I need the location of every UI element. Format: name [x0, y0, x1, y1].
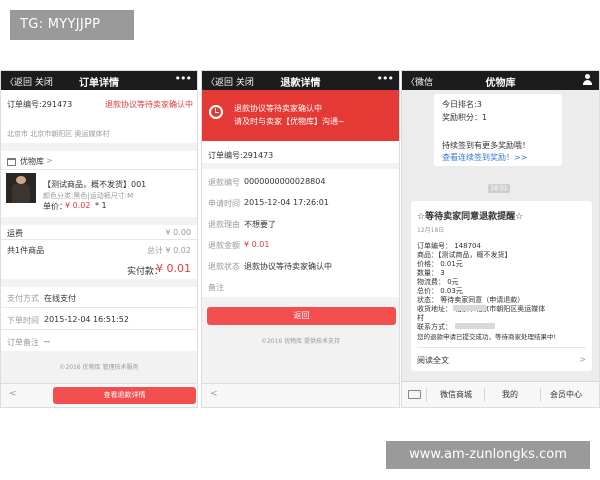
remark-label: 备注	[208, 283, 224, 292]
user-profile-icon[interactable]	[583, 74, 592, 85]
footer-text: ©2016 优物库 管理技术服务	[59, 364, 139, 371]
banner-hint: 请及时与卖家【优物库】沟通~	[234, 117, 345, 126]
divider	[1, 279, 197, 287]
chevron-right-icon: >	[579, 355, 586, 364]
points-text: 奖励积分：1	[442, 113, 488, 122]
menu-item-mine[interactable]: 我的	[502, 389, 518, 400]
nav-bar: 〈微信 优物库	[402, 71, 599, 90]
back-arrow-icon[interactable]: <	[9, 389, 17, 399]
order-note-label: 订单备注	[7, 338, 39, 347]
product-name[interactable]: 【测试商品，概不发货】001	[43, 179, 146, 190]
footer-text: ©2016 优物库 提供技术支持	[260, 338, 341, 345]
menu-item-member-center[interactable]: 会员中心	[550, 389, 582, 400]
card-line: 您的退款申请已提交成功，等待商家处理结果中!	[417, 333, 557, 341]
divider	[540, 388, 541, 402]
order-time-label: 下单时间	[7, 316, 39, 325]
total-amount: 总计 ¥ 0.02	[147, 246, 191, 255]
view-refund-details-button[interactable]: 查看退款详情	[53, 387, 196, 404]
card-title: ☆等待卖家同意退款提醒☆	[417, 212, 524, 222]
return-button[interactable]: 返回	[207, 307, 396, 325]
watermark-bottom-right: www.am-zunlongks.com	[386, 441, 590, 469]
item-count: 共1件商品	[7, 246, 45, 255]
screen-order-details: 〈返回 关闭 订单详情 ••• 订单编号:291473 退款协议等待卖家确认中 …	[0, 70, 198, 408]
read-more-link[interactable]: 阅读全文	[417, 355, 449, 366]
order-note-value: --	[44, 337, 50, 346]
order-time-value: 2015-12-04 16:51:52	[44, 315, 129, 324]
refund-reason-label: 退款理由	[208, 220, 240, 229]
product-spec: 颜色分类:黑色|运动裤尺寸:M	[43, 192, 134, 200]
refund-status-value: 退款协议等待卖家确认中	[244, 262, 332, 271]
checkin-rewards-link[interactable]: 查看连续签到奖励！>>	[442, 152, 527, 163]
more-icon[interactable]: •••	[377, 72, 394, 85]
nav-bar: 〈返回 关闭 退款详情 •••	[202, 71, 399, 90]
message-time: 18:31	[488, 184, 510, 193]
page-title: 订单详情	[79, 78, 119, 89]
refund-reminder-card[interactable]: ☆等待卖家同意退款提醒☆ 12月18日 订单编号： 148704 商品：【测试商…	[411, 201, 592, 371]
apply-time-label: 申请时间	[208, 199, 240, 208]
refund-status-label: 退款状态	[208, 262, 240, 271]
menu-item-wechat-mall[interactable]: 微信商城	[440, 389, 472, 400]
refund-status-banner: 退款协议等待卖家确认中 请及时与卖家【优物库】沟通~	[202, 90, 399, 141]
refund-no-label: 退款编号	[208, 178, 240, 187]
divider	[1, 329, 197, 330]
redacted-block	[453, 305, 487, 311]
shop-icon	[7, 158, 16, 166]
divider	[1, 307, 197, 308]
divider	[1, 143, 197, 151]
payment-method-label: 支付方式	[7, 294, 39, 303]
shipping-address: 北京市 北京市朝阳区 奥运媒体村	[7, 130, 110, 138]
card-date: 12月18日	[417, 227, 445, 234]
refund-amount-value: ¥ 0.01	[244, 240, 270, 249]
back-arrow-icon[interactable]: <	[210, 389, 218, 399]
paid-amount-value: ¥ 0.01	[156, 262, 191, 275]
divider	[202, 163, 399, 169]
unit-price: ¥ 0.02	[65, 201, 91, 210]
apply-time-value: 2015-12-04 17:26:01	[244, 198, 329, 207]
screen-wechat-chat: 〈微信 优物库 今日排名:3 奖励积分：1 持续签到有更多奖励哦！ 查看连续签到…	[401, 70, 600, 408]
refund-reason-value: 不想要了	[244, 220, 276, 229]
divider	[484, 388, 485, 402]
unit-price-label: 单价：	[43, 202, 67, 211]
shop-name[interactable]: 优物库	[20, 156, 44, 167]
keyboard-icon[interactable]	[408, 390, 421, 399]
clock-icon	[209, 105, 223, 119]
quantity: * 1	[95, 201, 107, 210]
divider	[1, 217, 197, 225]
divider	[417, 347, 586, 348]
order-number: 订单编号:291473	[7, 100, 73, 109]
rank-text: 今日排名:3	[442, 100, 482, 109]
divider	[1, 169, 197, 170]
more-icon[interactable]: •••	[175, 72, 192, 85]
watermark-top-left: TG: MYYJJPP	[10, 10, 134, 40]
chevron-right-icon: >	[46, 156, 53, 165]
divider	[426, 388, 427, 402]
payment-method-value: 在线支付	[44, 294, 76, 303]
checkin-message: 今日排名:3 奖励积分：1 持续签到有更多奖励哦！ 查看连续签到奖励！>>	[434, 94, 562, 166]
order-number: 订单编号:291473	[208, 151, 274, 160]
checkin-hint: 持续签到有更多奖励哦！	[442, 141, 530, 150]
banner-status: 退款协议等待卖家确认中	[234, 104, 322, 113]
shipping-fee-label: 运费	[7, 229, 23, 238]
page-title: 退款详情	[280, 78, 321, 89]
refund-no-value: 0000000000028804	[244, 177, 326, 186]
divider	[1, 239, 197, 240]
bottom-bar: < 查看退款详情	[1, 383, 197, 407]
refund-amount-label: 退款金额	[208, 241, 240, 250]
product-image[interactable]	[6, 173, 36, 203]
shipping-fee-value: ¥ 0.00	[165, 228, 191, 237]
official-account-menu: 微信商城 我的 会员中心	[402, 381, 599, 407]
chat-title: 优物库	[485, 78, 516, 89]
nav-bar: 〈返回 关闭 订单详情 •••	[1, 71, 197, 90]
screen-refund-details: 〈返回 关闭 退款详情 ••• 退款协议等待卖家确认中 请及时与卖家【优物库】沟…	[201, 70, 400, 408]
bottom-bar: <	[202, 383, 399, 407]
redacted-block	[455, 323, 495, 329]
order-status: 退款协议等待卖家确认中	[105, 100, 193, 109]
